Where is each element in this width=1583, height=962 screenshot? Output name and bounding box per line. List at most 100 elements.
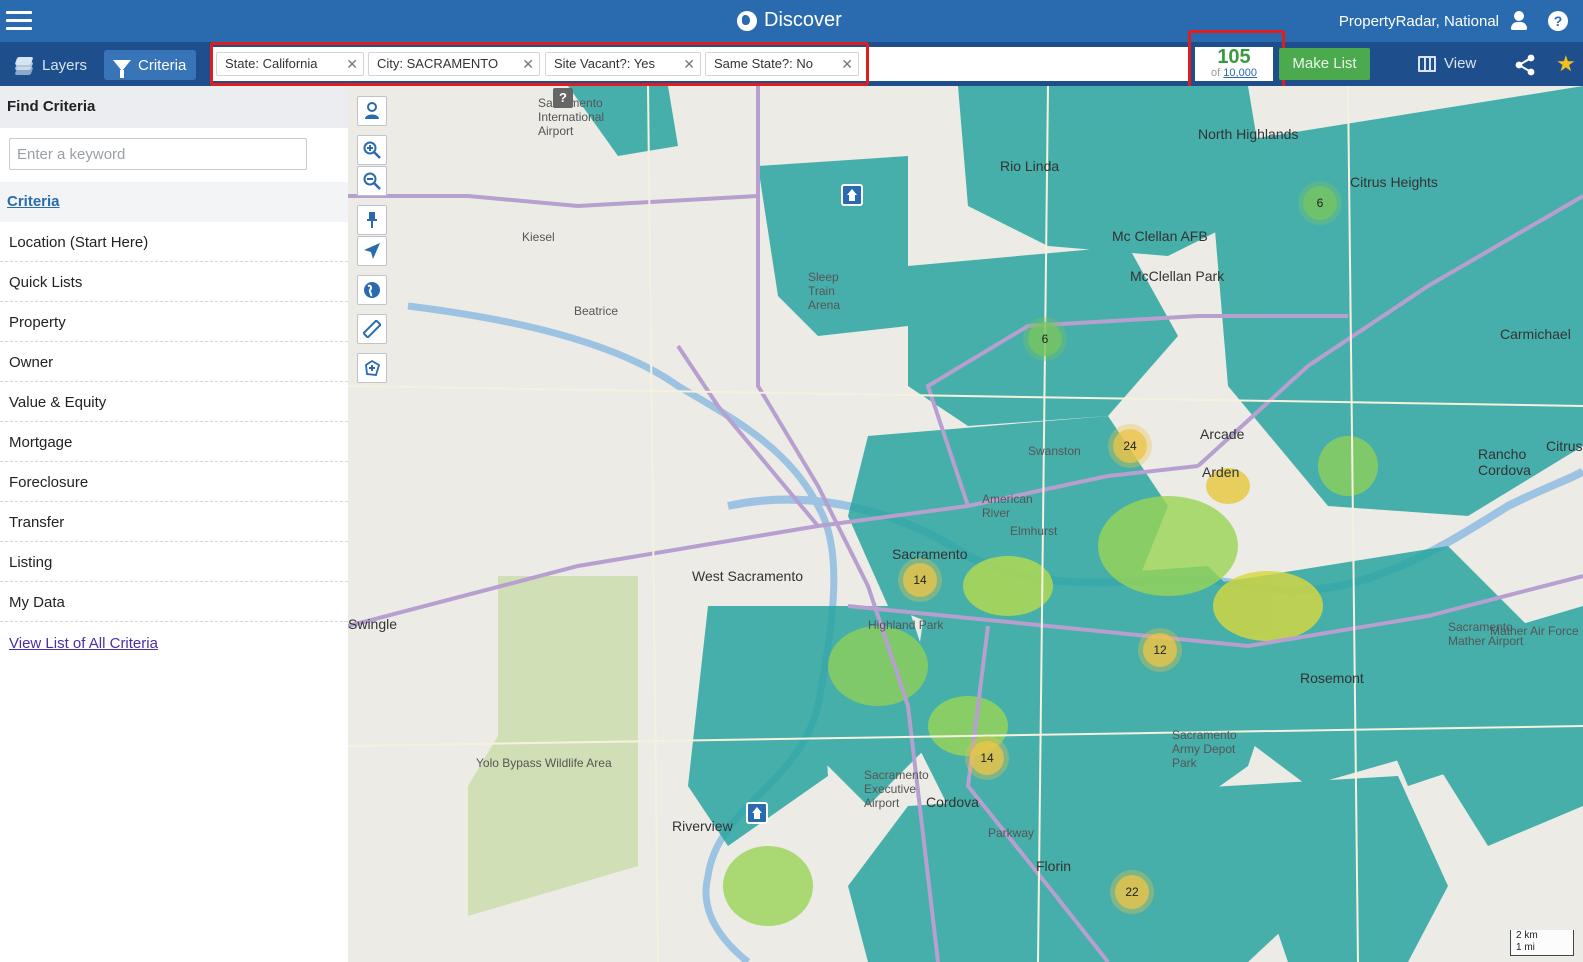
share-icon[interactable] [1514, 54, 1536, 76]
result-count-value: 105 [1217, 46, 1251, 68]
map-cluster[interactable]: 22 [1115, 875, 1149, 909]
close-icon[interactable]: ✕ [346, 53, 358, 75]
map-label: Cordova [926, 794, 979, 810]
map-label: Carmichael [1500, 326, 1571, 342]
street-view-button[interactable] [357, 96, 387, 126]
filter-icon [113, 59, 131, 78]
map-label: Yolo Bypass Wildlife Area [476, 756, 612, 770]
criteria-label: Criteria [138, 56, 187, 74]
criteria-link[interactable]: Criteria [7, 193, 60, 210]
map-label: Sacramento International Airport [538, 96, 605, 138]
account-name[interactable]: PropertyRadar, National [1339, 13, 1499, 30]
chip-label: Site Vacant?: Yes [554, 56, 655, 71]
layers-button[interactable]: Layers [4, 50, 96, 80]
criteria-chip[interactable]: State: California ✕ [216, 52, 364, 76]
pushpin-icon [367, 212, 377, 228]
close-icon[interactable]: ✕ [522, 53, 534, 75]
help-icon[interactable]: ? [1548, 11, 1568, 31]
criteria-item-mortgage[interactable]: Mortgage [0, 422, 348, 462]
map-label: Sleep Train Arena [808, 270, 841, 312]
zoom-out-button[interactable] [357, 166, 387, 196]
keyword-search-input[interactable] [9, 138, 307, 170]
view-all-criteria-link[interactable]: View List of All Criteria [0, 622, 348, 665]
map-label: Parkway [988, 826, 1035, 840]
draw-polygon-icon [365, 359, 381, 376]
map-label: Rancho Cordova [1478, 446, 1531, 478]
user-icon[interactable] [1509, 11, 1529, 31]
help-marker-icon[interactable]: ? [553, 88, 573, 108]
map-icon [1418, 55, 1436, 72]
map-label: North Highlands [1198, 126, 1299, 142]
menu-icon[interactable] [6, 8, 32, 32]
measure-button[interactable] [357, 314, 387, 344]
chip-label: State: California [225, 56, 318, 71]
map-cluster[interactable]: 14 [970, 741, 1004, 775]
map-label: Riverview [672, 818, 733, 834]
make-list-button[interactable]: Make List [1279, 48, 1370, 80]
criteria-item-location[interactable]: Location (Start Here) [0, 222, 348, 262]
globe-icon [364, 282, 380, 298]
criteria-sidebar: Find Criteria Criteria Location (Start H… [0, 86, 348, 962]
criteria-chip[interactable]: Site Vacant?: Yes ✕ [545, 52, 701, 76]
top-header: Discover PropertyRadar, National ? [0, 0, 1583, 42]
criteria-chip[interactable]: City: SACRAMENTO ✕ [368, 52, 540, 76]
map-label: Mather Air Force [1490, 624, 1579, 638]
home-icon[interactable] [841, 184, 863, 206]
criteria-item-foreclosure[interactable]: Foreclosure [0, 462, 348, 502]
map-label: American River [982, 492, 1033, 520]
map-label: Rio Linda [1000, 158, 1060, 174]
zoom-out-icon [363, 172, 381, 190]
criteria-item-my-data[interactable]: My Data [0, 582, 348, 622]
navigation-arrow-icon [364, 243, 380, 259]
chip-label: Same State?: No [714, 56, 813, 71]
map-label: Mc Clellan AFB [1112, 228, 1208, 244]
page-title-text: Discover [764, 9, 842, 31]
map-label: Sacramento [892, 546, 968, 562]
map-scale: 2 km 1 mi [1510, 930, 1574, 956]
locate-button[interactable] [357, 236, 387, 266]
criteria-item-transfer[interactable]: Transfer [0, 502, 348, 542]
criteria-chip-bar[interactable]: State: California ✕ City: SACRAMENTO ✕ S… [211, 47, 1191, 81]
map-label: Kiesel [522, 230, 555, 244]
map-cluster[interactable]: 14 [903, 563, 937, 597]
criteria-item-listing[interactable]: Listing [0, 542, 348, 582]
home-icon[interactable] [746, 802, 768, 824]
draw-shape-button[interactable] [357, 353, 387, 383]
map-label: McClellan Park [1130, 268, 1225, 284]
map-cluster[interactable]: 6 [1303, 186, 1337, 220]
pin-button[interactable] [357, 205, 387, 235]
person-icon [365, 102, 379, 119]
map-label: Citrus [1546, 438, 1583, 454]
scale-mi: 1 mi [1516, 942, 1535, 953]
keyword-search [0, 128, 348, 182]
globe-icon [737, 10, 757, 31]
page-title: Discover [737, 9, 842, 32]
star-icon[interactable]: ★ [1556, 51, 1576, 77]
close-icon[interactable]: ✕ [841, 53, 853, 75]
criteria-button[interactable]: Criteria [104, 50, 196, 80]
criteria-item-owner[interactable]: Owner [0, 342, 348, 382]
map-label: Swingle [348, 616, 398, 632]
map-label: Highland Park [868, 618, 944, 632]
chip-label: City: SACRAMENTO [377, 56, 499, 71]
map-label: Sacramento Executive Airport [864, 768, 929, 810]
count-total-link[interactable]: 10,000 [1223, 67, 1257, 79]
layers-icon [13, 56, 35, 75]
zoom-in-button[interactable] [357, 135, 387, 165]
close-icon[interactable]: ✕ [683, 53, 695, 75]
map-cluster[interactable]: 12 [1143, 633, 1177, 667]
map-label: Arcade [1200, 426, 1245, 442]
criteria-link-row: Criteria [0, 182, 348, 222]
map-cluster[interactable]: 24 [1113, 429, 1147, 463]
map-cluster[interactable]: 6 [1028, 322, 1062, 356]
criteria-chip[interactable]: Same State?: No ✕ [705, 52, 859, 76]
map-label: West Sacramento [692, 568, 804, 584]
criteria-item-quick-lists[interactable]: Quick Lists [0, 262, 348, 302]
map-label: Sacramento Army Depot Park [1172, 728, 1237, 770]
map-canvas[interactable]: North Highlands Rio Linda Citrus Heights… [348, 86, 1583, 962]
globe-view-button[interactable] [357, 275, 387, 305]
criteria-item-value-equity[interactable]: Value & Equity [0, 382, 348, 422]
criteria-item-property[interactable]: Property [0, 302, 348, 342]
view-button[interactable]: View [1418, 55, 1476, 72]
scale-km: 2 km [1516, 930, 1538, 941]
